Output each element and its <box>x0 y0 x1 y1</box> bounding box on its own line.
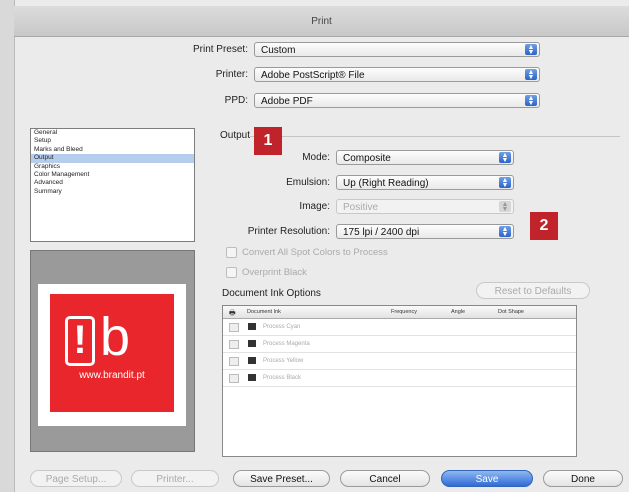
ink-swatch-icon <box>248 323 256 330</box>
printer-resolution-value: 175 lpi / 2400 dpi <box>343 227 420 238</box>
popup-arrows-icon: ▲ ▼ <box>525 95 537 107</box>
emulsion-value: Up (Right Reading) <box>343 178 429 189</box>
print-toggle-icon[interactable] <box>229 340 239 349</box>
print-toggle-icon[interactable] <box>229 374 239 383</box>
column-frequency[interactable]: Frequency <box>391 309 417 315</box>
popup-arrows-icon: ▲ ▼ <box>525 44 537 56</box>
emulsion-popup[interactable]: Up (Right Reading) ▲ ▼ <box>336 175 514 190</box>
convert-spot-colors-label: Convert All Spot Colors to Process <box>242 247 388 259</box>
print-preset-value: Custom <box>261 45 296 56</box>
preview-page: ! b www.brandit.pt <box>38 284 186 426</box>
ink-name: Process Magenta <box>263 341 310 347</box>
ink-swatch-icon <box>248 357 256 364</box>
popup-arrows-icon: ▲ ▼ <box>499 201 511 213</box>
output-section-title: Output <box>220 130 251 141</box>
column-angle[interactable]: Angle <box>451 309 465 315</box>
cancel-button[interactable]: Cancel <box>340 470 430 487</box>
column-document-ink[interactable]: Document Ink <box>247 309 281 315</box>
done-button[interactable]: Done <box>543 470 623 487</box>
b-logo-mark: b <box>100 307 131 367</box>
ink-name: Process Cyan <box>263 324 301 330</box>
list-item-summary[interactable]: Summary <box>31 188 194 196</box>
overprint-black-label: Overprint Black <box>242 267 307 279</box>
print-dialog: Print Print Preset: Custom ▲ ▼ Printer: A… <box>0 0 629 492</box>
save-preset-button[interactable]: Save Preset... <box>233 470 330 487</box>
document-ink-options-title: Document Ink Options <box>222 288 321 299</box>
printer-label: Printer: <box>215 69 248 80</box>
brand-logo: ! b www.brandit.pt <box>50 294 174 412</box>
ink-table[interactable]: 🖶 Document Ink Frequency Angle Dot Shape… <box>222 305 577 457</box>
list-item-color-management[interactable]: Color Management <box>31 171 194 179</box>
popup-arrows-icon: ▲ ▼ <box>499 177 511 189</box>
ppd-popup[interactable]: Adobe PDF ▲ ▼ <box>254 93 540 108</box>
list-item-setup[interactable]: Setup <box>31 137 194 145</box>
section-divider <box>250 136 620 137</box>
printer-button[interactable]: Printer... <box>131 470 219 487</box>
printer-resolution-popup[interactable]: 175 lpi / 2400 dpi ▲ ▼ <box>336 224 514 239</box>
printer-popup[interactable]: Adobe PostScript® File ▲ ▼ <box>254 67 540 82</box>
emulsion-label: Emulsion: <box>286 177 330 188</box>
table-row[interactable]: Process Yellow <box>223 353 576 370</box>
mode-popup[interactable]: Composite ▲ ▼ <box>336 150 514 165</box>
image-label: Image: <box>299 201 330 212</box>
reset-to-defaults-button[interactable]: Reset to Defaults <box>476 282 590 299</box>
convert-spot-colors-checkbox: Convert All Spot Colors to Process <box>226 247 388 258</box>
print-preset-popup[interactable]: Custom ▲ ▼ <box>254 42 540 57</box>
popup-arrows-icon: ▲ ▼ <box>525 69 537 81</box>
save-button[interactable]: Save <box>441 470 533 487</box>
ink-name: Process Black <box>263 375 302 381</box>
list-item-marks-and-bleed[interactable]: Marks and Bleed <box>31 146 194 154</box>
popup-arrows-icon: ▲ ▼ <box>499 152 511 164</box>
callout-badge-1: 1 <box>254 127 282 155</box>
list-item-graphics[interactable]: Graphics <box>31 163 194 171</box>
page-preview: ! b www.brandit.pt <box>30 250 195 452</box>
column-dot-shape[interactable]: Dot Shape <box>498 309 524 315</box>
checkbox-box <box>226 267 237 278</box>
table-row[interactable]: Process Cyan <box>223 319 576 336</box>
ink-name: Process Yellow <box>263 358 304 364</box>
popup-arrows-icon: ▲ ▼ <box>499 226 511 238</box>
callout-badge-2: 2 <box>530 212 558 240</box>
mode-value: Composite <box>343 153 391 164</box>
print-preset-label: Print Preset: <box>192 44 248 55</box>
checkbox-box <box>226 247 237 258</box>
print-sections-list[interactable]: General Setup Marks and Bleed Output Gra… <box>30 128 195 242</box>
table-row[interactable]: Process Magenta <box>223 336 576 353</box>
ink-swatch-icon <box>248 374 256 381</box>
list-item-output[interactable]: Output <box>31 154 194 163</box>
ppd-value: Adobe PDF <box>261 96 313 107</box>
list-item-general[interactable]: General <box>31 129 194 137</box>
ink-swatch-icon <box>248 340 256 347</box>
window-title: Print <box>311 16 332 27</box>
exclamation-logo-mark: ! <box>65 316 95 366</box>
image-value: Positive <box>343 202 379 213</box>
print-toggle-icon[interactable] <box>229 357 239 366</box>
logo-url: www.brandit.pt <box>79 370 145 381</box>
image-popup: Positive ▲ ▼ <box>336 199 514 214</box>
overprint-black-checkbox: Overprint Black <box>226 267 307 278</box>
page-setup-button[interactable]: Page Setup... <box>30 470 122 487</box>
ppd-label: PPD: <box>224 95 248 106</box>
print-toggle-icon[interactable] <box>229 323 239 332</box>
window-edge <box>0 0 15 492</box>
title-bar: Print <box>14 6 629 37</box>
printer-value: Adobe PostScript® File <box>261 70 365 81</box>
ink-table-header: 🖶 Document Ink Frequency Angle Dot Shape <box>223 306 576 319</box>
table-row[interactable]: Process Black <box>223 370 576 387</box>
printer-resolution-label: Printer Resolution: <box>247 226 330 237</box>
list-item-advanced[interactable]: Advanced <box>31 179 194 187</box>
